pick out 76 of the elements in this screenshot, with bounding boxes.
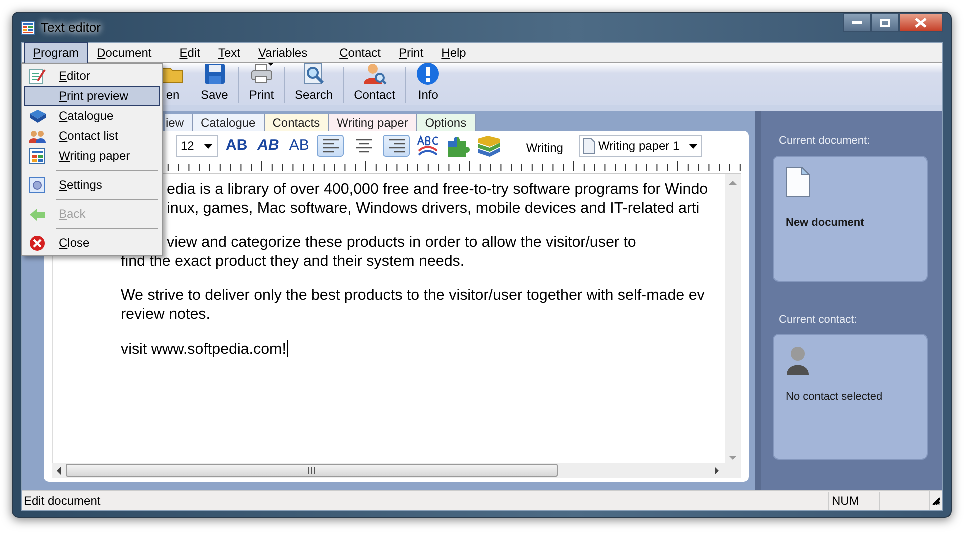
contact-icon: [362, 62, 387, 86]
text-line: review notes.: [121, 306, 210, 324]
close-button[interactable]: [899, 13, 943, 32]
menu-item[interactable]: Print: [390, 42, 433, 64]
app-icon: [21, 20, 35, 34]
toolbar-button[interactable]: Print: [241, 62, 282, 105]
menu-item[interactable]: Variables: [249, 42, 317, 64]
minimize-icon: [852, 20, 862, 24]
font-size-dropdown[interactable]: 12: [176, 135, 218, 157]
toolbar-button[interactable]: Save: [193, 62, 236, 105]
text-style-button[interactable]: AB: [224, 134, 250, 158]
spellcheck-icon[interactable]: [416, 135, 440, 157]
menu-item[interactable]: Program: [24, 42, 88, 64]
menu-item[interactable]: Print preview: [24, 86, 160, 106]
align-left-button[interactable]: [317, 135, 344, 157]
text-line: We strive to deliver only the best products to the visitor/user together with self-made ev: [121, 287, 705, 306]
tab[interactable]: Options: [417, 114, 476, 131]
text-line: view and categorize these products in order to allow the visitor/user to: [167, 234, 636, 252]
printer-icon: [250, 62, 274, 86]
section-heading: Current contact:: [779, 312, 858, 328]
text-line: edia is a library of over 400,000 free and free-to-try software programs for Windo: [167, 181, 708, 200]
text-style-button[interactable]: AB: [287, 134, 312, 158]
grip-icon: [308, 467, 316, 474]
menu-item[interactable]: Close: [24, 233, 160, 253]
caret-icon: [688, 144, 698, 148]
window-title: Text editor: [41, 18, 101, 37]
card-text: No contact selected: [786, 390, 884, 405]
text-line: visit www.softpedia.com!: [121, 340, 288, 360]
book-icon: [29, 108, 46, 124]
paper-dropdown[interactable]: Writing paper 1: [579, 135, 702, 157]
menu-item[interactable]: Edit: [170, 42, 210, 64]
text-cursor: [287, 340, 288, 357]
tab[interactable]: Contacts: [264, 114, 330, 131]
menu-item[interactable]: Contact: [330, 42, 390, 64]
puzzle-icon[interactable]: [446, 135, 470, 157]
maximize-icon: [880, 18, 890, 26]
status-text: Edit document: [23, 492, 102, 510]
tab[interactable]: iew: [165, 114, 194, 131]
editor-icon: [29, 68, 46, 84]
resize-grip-icon[interactable]: [930, 494, 942, 506]
menu-item[interactable]: Contact list: [24, 126, 160, 146]
grid-icon: [29, 148, 46, 164]
align-left-icon: [320, 137, 341, 155]
books-icon[interactable]: [476, 135, 502, 157]
menu-item[interactable]: Text: [209, 42, 250, 64]
scroll-left-icon[interactable]: [55, 466, 63, 474]
text-style-button[interactable]: AB: [256, 134, 282, 158]
menu-item[interactable]: Settings: [24, 175, 160, 195]
info-icon: [416, 62, 440, 86]
status-text: NUM: [828, 492, 880, 510]
horizontal-scrollbar[interactable]: [52, 463, 741, 478]
menu-item[interactable]: Catalogue: [24, 106, 160, 126]
toolbar-button[interactable]: Search: [287, 62, 342, 105]
menu-item[interactable]: Help: [432, 42, 476, 64]
scroll-right-icon[interactable]: [713, 466, 721, 474]
person-icon: [786, 345, 810, 375]
caret-icon: [204, 144, 213, 148]
tab[interactable]: Writing paper: [329, 114, 418, 131]
close-icon: [915, 18, 927, 28]
minimize-button[interactable]: [843, 13, 871, 32]
menu-item[interactable]: Document: [88, 42, 161, 64]
text-line: inux, games, Mac software, Windows drivers, mobile devices and IT-related arti: [167, 200, 700, 218]
document-icon: [583, 138, 596, 154]
tab[interactable]: Catalogue: [193, 114, 265, 131]
align-right-button[interactable]: [383, 135, 410, 157]
toolbar-button[interactable]: Info: [408, 62, 448, 105]
menu-item[interactable]: Writing paper: [24, 146, 160, 166]
card-text: New document: [786, 216, 866, 230]
maximize-button[interactable]: [871, 13, 899, 32]
align-center-icon: [354, 137, 374, 155]
align-right-icon: [386, 137, 407, 155]
close-icon: [29, 234, 46, 252]
document-icon: [786, 166, 810, 196]
toolbar-button[interactable]: Contact: [346, 62, 404, 105]
text-label: Writing: [526, 140, 564, 153]
section-heading: Current document:: [779, 134, 872, 149]
